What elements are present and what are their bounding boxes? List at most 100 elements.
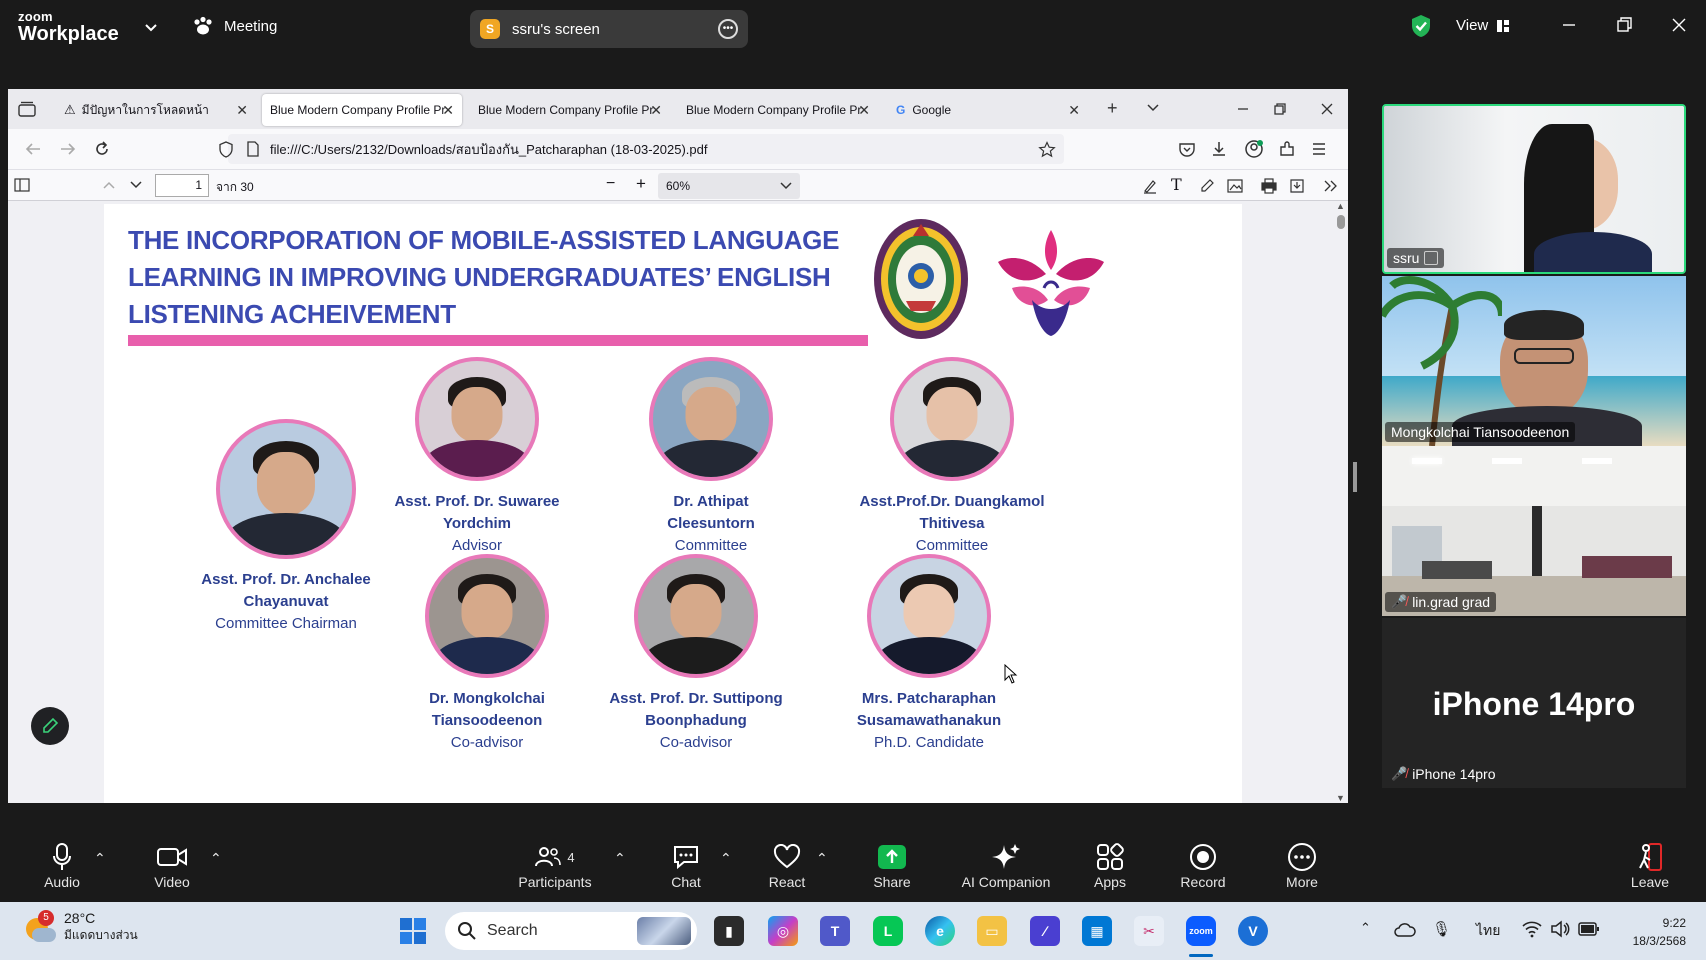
react-button[interactable]: React bbox=[766, 840, 808, 890]
close-tab-icon[interactable]: ✕ bbox=[650, 102, 662, 119]
volume-icon[interactable] bbox=[1550, 920, 1570, 938]
store-icon[interactable]: ▦ bbox=[1082, 916, 1112, 946]
minimize-icon[interactable] bbox=[1558, 14, 1580, 36]
apps-button[interactable]: Apps bbox=[1090, 840, 1130, 890]
mic-location-icon[interactable]: 🎙 bbox=[1432, 920, 1451, 938]
restore-icon[interactable] bbox=[1613, 14, 1635, 36]
copilot-icon[interactable]: ◎ bbox=[768, 916, 798, 946]
extensions-icon[interactable] bbox=[1278, 140, 1296, 158]
close-tab-icon[interactable]: ✕ bbox=[1068, 102, 1080, 119]
scroll-down-icon[interactable]: ▼ bbox=[1336, 793, 1345, 803]
react-options-caret[interactable]: ⌃ bbox=[816, 850, 828, 867]
weather-widget[interactable]: 5 28°C มีแดดบางส่วน bbox=[24, 909, 138, 945]
tab-active-pdf[interactable]: Blue Modern Company Profile Pr ✕ bbox=[262, 94, 462, 126]
download-icon[interactable] bbox=[1210, 140, 1228, 158]
scroll-up-icon[interactable]: ▲ bbox=[1336, 201, 1345, 211]
onedrive-icon[interactable] bbox=[1394, 922, 1416, 938]
sidebar-toggle-icon[interactable] bbox=[14, 178, 30, 192]
tab-pdf-3[interactable]: Blue Modern Company Profile Pr ✕ bbox=[678, 94, 878, 126]
record-button[interactable]: Record bbox=[1176, 840, 1230, 890]
meeting-button[interactable]: Meeting bbox=[192, 16, 277, 36]
snipping-tool-icon[interactable]: ✂ bbox=[1134, 916, 1164, 946]
menu-icon[interactable] bbox=[1311, 141, 1327, 157]
save-icon[interactable] bbox=[1289, 178, 1305, 194]
more-options-icon[interactable]: ••• bbox=[718, 19, 738, 39]
restore-icon[interactable] bbox=[1272, 101, 1288, 117]
v-app-icon[interactable]: V bbox=[1238, 916, 1268, 946]
ai-companion-button[interactable]: AI Companion bbox=[958, 840, 1054, 890]
audio-options-caret[interactable]: ⌃ bbox=[94, 850, 106, 867]
tab-load-error[interactable]: ⚠ มีปัญหาในการโหลดหน้า ✕ bbox=[56, 94, 256, 126]
prev-page-icon[interactable] bbox=[102, 180, 116, 190]
image-icon[interactable] bbox=[1227, 178, 1243, 194]
taskbar-search-box[interactable]: Search bbox=[445, 912, 697, 950]
input-language[interactable]: ไทย bbox=[1476, 920, 1500, 942]
video-tile-ssru[interactable]: ssru bbox=[1382, 104, 1686, 274]
whiteboard-icon[interactable]: ∕ bbox=[1030, 916, 1060, 946]
pocket-icon[interactable] bbox=[1178, 140, 1196, 158]
scrollbar-thumb[interactable] bbox=[1337, 215, 1345, 229]
account-icon[interactable] bbox=[1244, 139, 1264, 159]
annotate-button[interactable] bbox=[31, 707, 69, 745]
video-options-caret[interactable]: ⌃ bbox=[210, 850, 222, 867]
forward-icon[interactable] bbox=[59, 141, 77, 157]
zoom-select[interactable]: 60% bbox=[658, 173, 800, 199]
zoom-out-icon[interactable]: − bbox=[606, 175, 615, 193]
close-tab-icon[interactable]: ✕ bbox=[442, 102, 454, 119]
zoom-app-icon[interactable]: zoom bbox=[1186, 916, 1216, 946]
draw-icon[interactable] bbox=[1199, 178, 1215, 194]
new-tab-icon[interactable]: + bbox=[1107, 98, 1118, 119]
bookmark-star-icon[interactable] bbox=[1038, 141, 1056, 158]
tab-pdf-2[interactable]: Blue Modern Company Profile Pr ✕ bbox=[470, 94, 670, 126]
more-tools-icon[interactable] bbox=[1323, 179, 1339, 193]
teams-icon[interactable]: T bbox=[820, 916, 850, 946]
page-number-input[interactable]: 1 bbox=[155, 174, 209, 197]
leave-button[interactable]: Leave bbox=[1630, 840, 1670, 890]
battery-icon[interactable] bbox=[1578, 922, 1600, 936]
text-tool-icon[interactable]: T bbox=[1171, 175, 1182, 194]
show-hidden-icons[interactable]: ⌃ bbox=[1360, 920, 1371, 936]
address-bar[interactable]: file:///C:/Users/2132/Downloads/สอบป้องก… bbox=[219, 134, 1064, 164]
windows-start-icon[interactable] bbox=[399, 917, 427, 945]
close-tab-icon[interactable]: ✕ bbox=[858, 102, 870, 119]
shield-icon[interactable] bbox=[218, 141, 234, 158]
video-button[interactable]: Video bbox=[148, 840, 196, 890]
pdf-viewer[interactable]: THE INCORPORATION OF MOBILE-ASSISTED LAN… bbox=[8, 201, 1348, 803]
participants-button[interactable]: 4 Participants bbox=[512, 840, 598, 890]
task-view-icon[interactable]: ▮ bbox=[714, 916, 744, 946]
close-icon[interactable] bbox=[1319, 101, 1335, 117]
more-button[interactable]: More bbox=[1282, 840, 1322, 890]
system-clock[interactable]: 9:22 18/3/2568 bbox=[1633, 914, 1686, 950]
video-tile-mongkolchai[interactable]: Mongkolchai Tiansoodeenon bbox=[1382, 276, 1686, 446]
shield-check-icon[interactable] bbox=[1410, 14, 1432, 38]
video-tile-iphone[interactable]: iPhone 14pro 🎤̸ iPhone 14pro bbox=[1382, 618, 1686, 788]
edge-icon[interactable]: e bbox=[925, 916, 955, 946]
file-explorer-icon[interactable]: ▭ bbox=[977, 916, 1007, 946]
video-tile-lin-grad[interactable]: 🎤̸ lin.grad grad bbox=[1382, 446, 1686, 616]
chevron-down-icon[interactable] bbox=[142, 18, 160, 36]
wifi-icon[interactable] bbox=[1522, 920, 1542, 938]
line-icon[interactable]: L bbox=[873, 916, 903, 946]
chat-options-caret[interactable]: ⌃ bbox=[720, 850, 732, 867]
tab-list-icon[interactable] bbox=[18, 101, 36, 117]
zoom-in-icon[interactable]: + bbox=[636, 174, 646, 194]
back-icon[interactable] bbox=[24, 141, 42, 157]
audio-button[interactable]: Audio bbox=[38, 840, 86, 890]
reload-icon[interactable] bbox=[93, 140, 111, 158]
screen-share-pill[interactable]: S ssru's screen ••• bbox=[470, 10, 748, 48]
share-button[interactable]: Share bbox=[870, 840, 914, 890]
chevron-down-icon[interactable] bbox=[1146, 103, 1160, 113]
minimize-icon[interactable] bbox=[1235, 101, 1251, 117]
view-button[interactable]: View bbox=[1456, 17, 1510, 34]
close-icon[interactable] bbox=[1668, 14, 1690, 36]
highlight-icon[interactable] bbox=[1142, 178, 1158, 194]
participants-options-caret[interactable]: ⌃ bbox=[614, 850, 626, 867]
pdf-scrollbar[interactable]: ▲ ▼ bbox=[1334, 201, 1348, 803]
next-page-icon[interactable] bbox=[129, 180, 143, 190]
panel-resize-handle[interactable] bbox=[1353, 462, 1357, 492]
print-icon[interactable] bbox=[1261, 178, 1277, 194]
tab-google[interactable]: G Google ✕ bbox=[888, 94, 1088, 126]
chat-button[interactable]: Chat bbox=[666, 840, 706, 890]
close-tab-icon[interactable]: ✕ bbox=[236, 102, 248, 119]
zoom-logo: zoom Workplace bbox=[18, 10, 119, 44]
